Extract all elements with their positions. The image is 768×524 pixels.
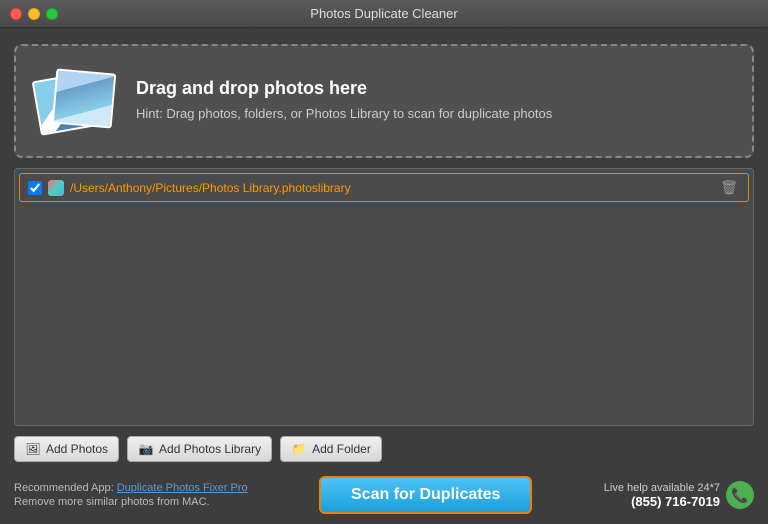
library-icon-graphic [48,180,64,196]
recommended-label: Recommended App: Duplicate Photos Fixer … [14,482,248,494]
support-info: Live help available 24*7 (855) 716-7019 … [604,481,754,509]
file-path: /Users/Anthony/Pictures/Photos Library.p… [70,181,718,195]
list-item: /Users/Anthony/Pictures/Photos Library.p… [19,173,749,202]
delete-item-button[interactable]: 🗑 [718,179,740,196]
minimize-button[interactable] [28,8,40,20]
add-photos-library-icon: 📷 [138,441,154,457]
recommended-app: Recommended App: Duplicate Photos Fixer … [14,482,248,508]
close-button[interactable] [10,8,22,20]
remove-text: Remove more similar photos from MAC. [14,496,248,508]
main-content: Drag and drop photos here Hint: Drag pho… [0,28,768,524]
add-photos-library-label: Add Photos Library [159,442,261,456]
photos-library-icon [48,180,64,196]
support-phone-icon: 📞 [726,481,754,509]
photo-card-front [52,68,117,128]
drop-zone-hint: Hint: Drag photos, folders, or Photos Li… [136,105,552,123]
add-photos-library-button[interactable]: 📷 Add Photos Library [127,436,272,462]
toolbar: 🖼 Add Photos 📷 Add Photos Library 📁 Add … [14,436,754,462]
drop-zone-text: Drag and drop photos here Hint: Drag pho… [136,78,552,123]
add-folder-label: Add Folder [312,442,371,456]
scan-duplicates-button[interactable]: Scan for Duplicates [319,476,532,514]
support-text: Live help available 24*7 [604,482,720,494]
window-title: Photos Duplicate Cleaner [310,6,457,21]
drop-zone[interactable]: Drag and drop photos here Hint: Drag pho… [14,44,754,158]
support-info-text: Live help available 24*7 (855) 716-7019 [604,482,720,509]
add-folder-button[interactable]: 📁 Add Folder [280,436,382,462]
maximize-button[interactable] [46,8,58,20]
file-list: /Users/Anthony/Pictures/Photos Library.p… [14,168,754,426]
title-bar: Photos Duplicate Cleaner [0,0,768,28]
window-controls [10,8,58,20]
phone-number: (855) 716-7019 [604,494,720,509]
drop-zone-heading: Drag and drop photos here [136,78,552,99]
add-photos-button[interactable]: 🖼 Add Photos [14,436,119,462]
file-item-checkbox[interactable] [28,181,42,195]
bottom-bar: Recommended App: Duplicate Photos Fixer … [14,472,754,514]
add-photos-icon: 🖼 [25,441,41,457]
photo-stack-icon [36,66,116,136]
add-folder-icon: 📁 [291,441,307,457]
add-photos-label: Add Photos [46,442,108,456]
app-link[interactable]: Duplicate Photos Fixer Pro [117,482,248,494]
